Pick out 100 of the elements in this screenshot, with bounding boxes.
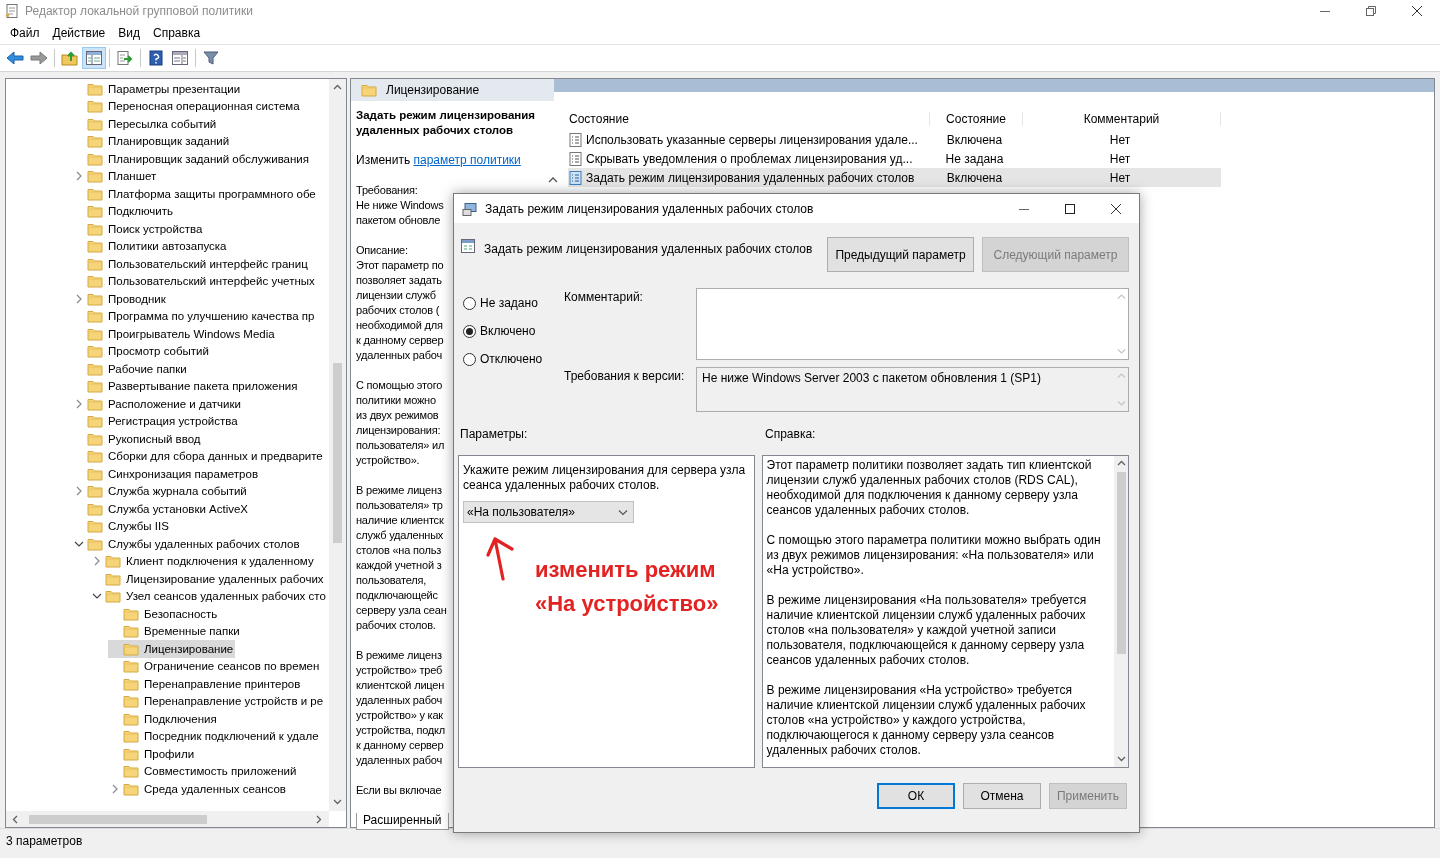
tree-item[interactable]: Посредник подключений к удале [108,727,321,745]
description-text: Требования: Не ниже Windows пакетом обновле [356,183,444,228]
tree-item[interactable]: Синхронизация параметров [72,465,260,483]
column-header[interactable]: Комментарий [1023,112,1221,126]
folder-icon [87,309,103,324]
back-arrow-icon [6,50,24,66]
tree-item[interactable]: Лицензирование [108,640,236,658]
folder-icon [123,729,139,744]
tree-item[interactable]: Подключить [72,202,176,220]
column-header[interactable]: Состояние [568,112,930,126]
scrollbar-thumb[interactable] [29,814,207,824]
tree-item[interactable]: Программа по улучшению качества пр [72,307,317,325]
close-icon[interactable] [1110,202,1122,215]
radio-button[interactable]: Не задано [463,293,538,313]
tree-item[interactable]: Безопасность [108,605,220,623]
folder-icon [105,554,121,569]
tree-item[interactable]: Совместимость приложений [108,762,299,780]
tree-item[interactable]: Планировщик заданий [72,132,232,150]
tree-item[interactable]: Переносная операционная система [72,97,302,115]
tree-item[interactable]: Клиент подключения к удаленному [90,552,316,570]
scrollbar-thumb[interactable] [1116,472,1126,654]
folder-icon [87,484,103,499]
scroll-down-icon[interactable] [1116,754,1126,764]
tree-item[interactable]: Поиск устройства [72,220,205,238]
tree-item[interactable]: Проводник [72,290,168,308]
scrollbar-thumb[interactable] [333,363,342,543]
chevron-right-icon[interactable] [75,486,83,497]
folder-up-icon [61,50,79,66]
dialog-title: Задать режим лицензирования удаленных рабочих столов [485,201,814,216]
close-icon[interactable] [1411,5,1423,17]
previous-setting-button[interactable]: Предыдущий параметр [827,237,974,272]
policy-link[interactable]: параметр политики [413,153,521,167]
tree-item[interactable]: Пользовательский интерфейс учетных [72,272,317,290]
tree-item[interactable]: Службы удаленных рабочих столов [72,535,302,553]
chevron-right-icon[interactable] [75,398,83,409]
tree-item[interactable]: Платформа защиты программного обе [72,185,318,203]
chevron-right-icon[interactable] [75,171,83,182]
view-tab[interactable]: Расширенный [356,813,449,830]
scroll-up-icon[interactable] [548,176,558,184]
chevron-down-icon[interactable] [74,539,84,548]
tree-item[interactable]: Развертывание пакета приложения [72,377,300,395]
tree-item[interactable]: Среда удаленных сеансов [108,780,288,798]
chevron-right-icon[interactable] [111,783,119,794]
folder-icon [123,694,139,709]
tree-item[interactable]: Лицензирование удаленных рабочих [90,570,326,588]
tree-item[interactable]: Подключения [108,710,219,728]
toolbar-button[interactable] [82,47,106,69]
tree-item[interactable]: Ограничение сеансов по времен [108,657,322,675]
tree-item[interactable]: Временные папки [108,622,242,640]
tree-item[interactable]: Просмотр событий [72,342,211,360]
tree-item[interactable]: Узел сеансов удаленных рабочих сто [90,587,328,605]
help-paragraph: С помощью этого параметра политики можно выбрать один из двух режимов лицензирования: «На пользователя» или «На устройство». [766,533,1102,578]
column-header[interactable]: Состояние [930,112,1023,126]
chevron-right-icon[interactable] [75,293,83,304]
tree-item[interactable]: Пересылка событий [72,115,219,133]
maximize-icon[interactable] [1064,202,1076,215]
caret-icon[interactable] [618,508,628,516]
tree-item[interactable]: Политики автозапуска [72,237,229,255]
vertical-scrollbar[interactable] [1114,456,1128,767]
tree-item[interactable]: Планшет [72,167,159,185]
radio-button[interactable]: Включено [463,321,536,341]
tree-item[interactable]: Служба журнала событий [72,482,249,500]
chevron-down-icon[interactable] [92,592,102,601]
tree-item[interactable]: Перенаправление принтеров [108,675,303,693]
tree-item[interactable]: Профили [108,745,197,763]
tree-item[interactable]: Параметры презентации [72,80,243,98]
policy-row[interactable]: Скрывать уведомления о проблемах лицензирования уд... Не задана Нет [568,149,1221,168]
policy-row[interactable]: Задать режим лицензирования удаленных рабочих столов Включена Нет [568,168,1221,187]
menu-item[interactable]: Справка [147,26,208,40]
mode-dropdown[interactable]: «На пользователя» [463,501,634,523]
tree-item[interactable]: Планировщик заданий обслуживания [72,150,311,168]
vertical-scrollbar[interactable] [329,79,346,811]
ok-button[interactable]: ОК [877,783,955,809]
restore-icon[interactable] [1365,5,1377,17]
menu-item[interactable]: Действие [46,26,113,40]
tree-item[interactable]: Проигрыватель Windows Media [72,325,277,343]
tree-item[interactable]: Рабочие папки [72,360,189,378]
tree-item[interactable]: Рукописный ввод [72,430,203,448]
tree-item[interactable]: Служба установки ActiveX [72,500,251,518]
folder-icon [87,344,103,359]
annotation-text: изменить режим [535,556,716,584]
comment-label: Комментарий: [564,289,644,305]
menu-item[interactable]: Файл [4,26,47,40]
folder-icon [123,606,139,621]
tree-item[interactable]: Регистрация устройства [72,412,240,430]
folder-icon [87,466,103,481]
tree-item[interactable]: Сборки для сбора данных и предварите [72,447,325,465]
chevron-right-icon[interactable] [93,556,101,567]
cancel-button[interactable]: Отмена [963,783,1041,809]
menu-item[interactable]: Вид [112,26,147,40]
annotation-text: «На устройство» [535,590,719,618]
scroll-down-icon[interactable] [333,797,342,807]
tree-item[interactable]: Перенаправление устройств и ре [108,692,326,710]
tree-item[interactable]: Расположение и датчики [72,395,243,413]
policy-row[interactable]: Использовать указанные серверы лицензирования удале... Включена Нет [568,130,1221,149]
tree-item[interactable]: Службы IIS [72,517,171,535]
tree-item[interactable]: Пользовательский интерфейс границ [72,255,310,273]
table-cell-text: Скрывать уведомления о проблемах лицензирования уд... [586,151,914,166]
radio-button[interactable]: Отключено [463,349,543,369]
scroll-right-icon[interactable] [314,814,324,824]
